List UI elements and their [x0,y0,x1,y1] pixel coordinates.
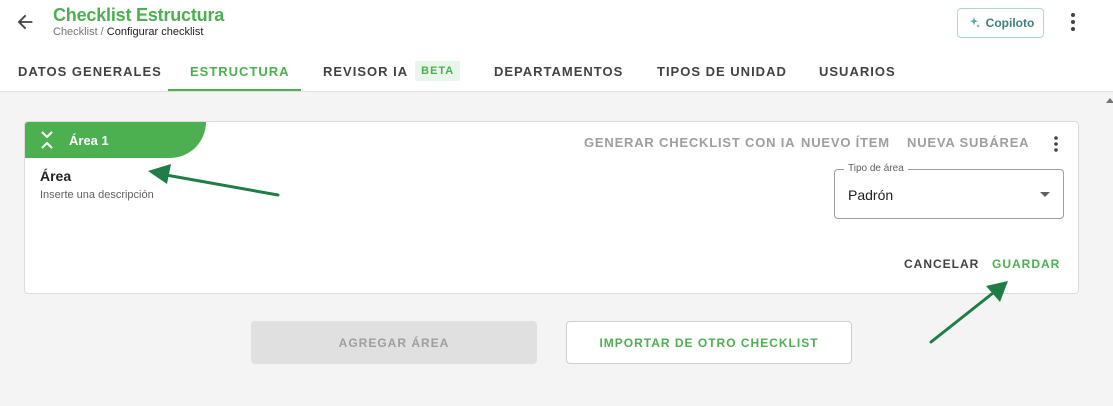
tab-revisor-ia[interactable]: REVISOR IA BETA [323,50,461,92]
breadcrumb-current: Configurar checklist [106,26,204,38]
tab-departamentos[interactable]: DEPARTAMENTOS [494,50,623,92]
area-name-field[interactable]: Área [40,168,71,184]
dropdown-arrow-icon [1040,192,1050,197]
new-subarea-button[interactable]: NUEVA SUBÁREA [907,135,1029,150]
unfold-less-icon [41,131,53,149]
new-item-button[interactable]: NUEVO ÍTEM [801,135,890,150]
scroll-up-caret-icon[interactable] [1106,98,1113,103]
area-card: Área 1 GENERAR CHECKLIST CON IA NUEVO ÍT… [24,121,1079,294]
area-chip[interactable]: Área 1 [25,122,206,158]
generate-with-ai-button[interactable]: GENERAR CHECKLIST CON IA [584,135,795,150]
area-type-value: Padrón [848,187,894,203]
copilot-label: Copiloto [985,16,1035,30]
tab-label: REVISOR IA [323,63,409,79]
tab-label: TIPOS DE UNIDAD [657,63,787,79]
area-chip-label: Área 1 [69,132,109,148]
tab-bar: DATOS GENERALES ESTRUCTURA REVISOR IA BET… [0,50,1113,92]
tab-tipos-de-unidad[interactable]: TIPOS DE UNIDAD [657,50,787,92]
save-button[interactable]: GUARDAR [992,257,1060,271]
import-checklist-button[interactable]: IMPORTAR DE OTRO CHECKLIST [566,321,852,364]
area-type-legend: Tipo de área [844,163,908,174]
top-bar: Checklist Estructura Checklist / Configu… [0,0,1113,92]
tab-label: DEPARTAMENTOS [494,63,624,79]
tab-estructura[interactable]: ESTRUCTURA [190,50,290,92]
area-description-field[interactable]: Inserte una descripción [40,189,154,201]
tab-label: DATOS GENERALES [18,63,162,79]
breadcrumb-parent[interactable]: Checklist [53,26,98,38]
add-area-button[interactable]: AGREGAR ÁREA [251,321,537,364]
beta-badge: BETA [415,61,461,81]
sparkle-icon [969,17,980,28]
back-arrow-icon[interactable] [14,11,36,33]
active-tab-indicator [168,89,301,91]
area-type-select[interactable]: Tipo de área Padrón [834,163,1064,219]
breadcrumb-separator: / [97,26,107,38]
breadcrumb: Checklist / Configurar checklist [53,26,203,38]
more-vert-icon[interactable] [1063,11,1083,33]
tab-usuarios[interactable]: USUARIOS [819,50,896,92]
tab-label: USUARIOS [819,63,896,79]
copilot-button[interactable]: Copiloto [957,8,1044,38]
tab-datos-generales[interactable]: DATOS GENERALES [18,50,162,92]
more-vert-icon[interactable] [1051,135,1061,153]
cancel-button[interactable]: CANCELAR [904,257,979,271]
tab-label: ESTRUCTURA [190,63,290,79]
page-title: Checklist Estructura [53,5,225,25]
